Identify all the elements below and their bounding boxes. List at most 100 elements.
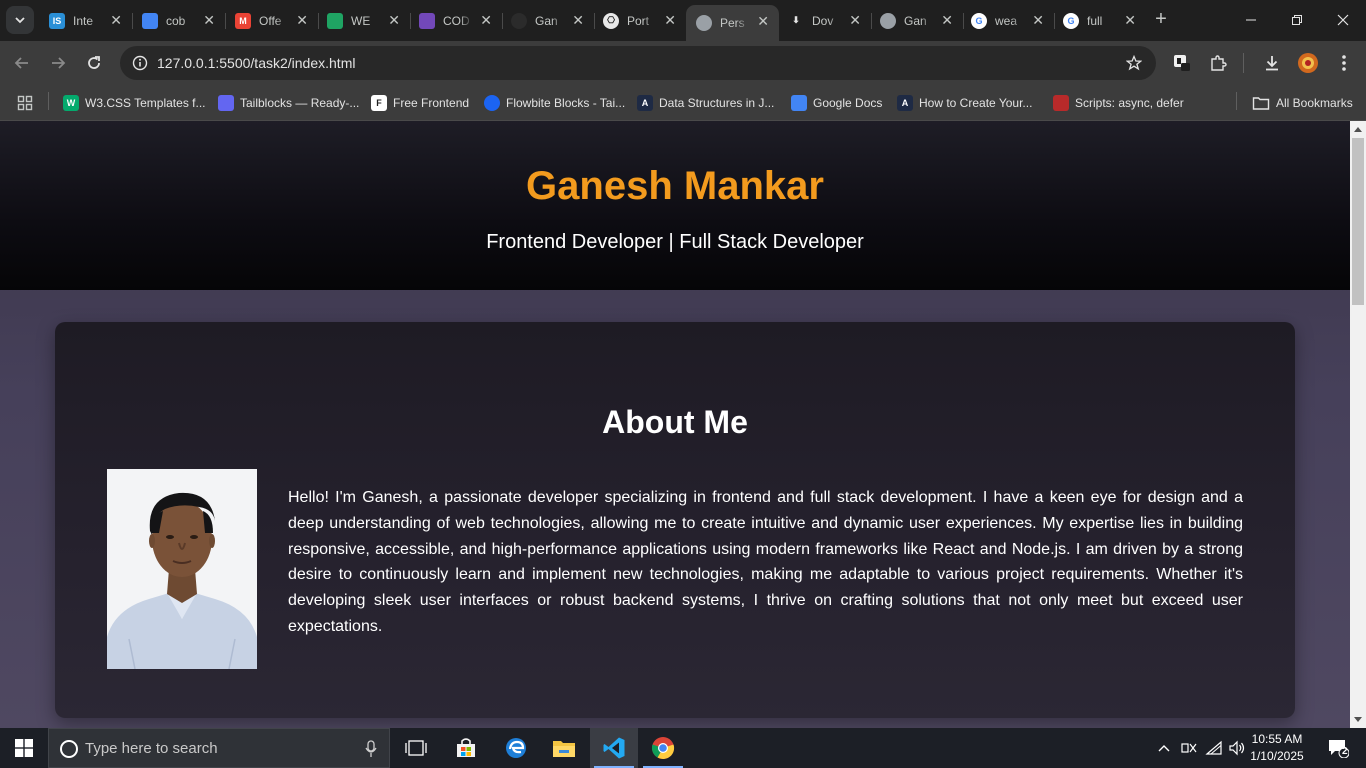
browser-tab[interactable]: Gan ✕	[501, 4, 595, 37]
browser-tab[interactable]: M Offe ✕	[225, 4, 319, 37]
page-scrollbar[interactable]	[1350, 121, 1366, 728]
edge-icon	[506, 738, 526, 758]
avatar	[1298, 53, 1318, 73]
bookmark-item[interactable]: F Free Frontend	[371, 92, 469, 114]
close-tab-icon[interactable]: ✕	[664, 12, 676, 29]
bookmark-item[interactable]: Flowbite Blocks - Tai...	[484, 92, 625, 114]
gmail-icon: M	[235, 12, 251, 29]
close-tab-icon[interactable]: ✕	[296, 12, 308, 29]
action-center-button[interactable]: 2	[1318, 728, 1358, 768]
system-clock[interactable]: 10:55 AM 1/10/2025	[1244, 731, 1310, 765]
network-indicator[interactable]	[1203, 728, 1225, 768]
input-method-indicator[interactable]	[1178, 728, 1200, 768]
browser-tab[interactable]: Pers ✕	[686, 5, 779, 41]
minimize-icon	[1246, 19, 1256, 21]
globe-icon	[696, 15, 712, 31]
about-text: Hello! I'm Ganesh, a passionate develope…	[288, 489, 1243, 635]
profile-button[interactable]	[1296, 51, 1320, 75]
taskbar-vscode[interactable]	[590, 728, 638, 768]
free-frontend-icon: F	[371, 95, 387, 111]
tab-title: Port	[627, 13, 650, 28]
new-tab-button[interactable]: +	[1150, 9, 1172, 31]
bookmark-label: Scripts: async, defer	[1075, 96, 1184, 110]
tab-search-button[interactable]	[6, 6, 34, 34]
folder-icon	[1252, 97, 1270, 110]
close-tab-icon[interactable]: ✕	[480, 12, 492, 29]
chrome-icon	[651, 737, 675, 760]
close-tab-icon[interactable]: ✕	[203, 12, 215, 29]
github-icon	[511, 12, 527, 29]
browser-tab[interactable]: Gfull ✕	[1053, 4, 1146, 37]
bookmark-item[interactable]: Scripts: async, defer	[1053, 92, 1184, 114]
task-view-icon	[405, 740, 427, 756]
about-section: About Me Hello! I'm Ganesh, a passionate…	[55, 322, 1295, 718]
browser-tab[interactable]: Gan ✕	[870, 4, 964, 37]
extensions-menu-button[interactable]	[1206, 51, 1230, 75]
browser-tab[interactable]: COD ✕	[409, 4, 503, 37]
taskbar-search-box[interactable]: Type here to search	[48, 728, 390, 768]
restore-button[interactable]	[1274, 0, 1320, 40]
close-tab-icon[interactable]: ✕	[110, 12, 122, 29]
all-bookmarks-button[interactable]: All Bookmarks	[1252, 92, 1353, 114]
browser-tab[interactable]: cob ✕	[132, 4, 226, 37]
back-button[interactable]	[8, 49, 36, 77]
bookmark-label: Google Docs	[813, 96, 883, 110]
taskbar-chrome[interactable]	[639, 728, 687, 768]
browser-tab[interactable]: IS Inte ✕	[39, 4, 133, 37]
search-icon	[60, 740, 78, 758]
close-tab-icon[interactable]: ✕	[1124, 12, 1136, 29]
close-tab-icon[interactable]: ✕	[1032, 12, 1044, 29]
microphone-icon[interactable]	[365, 740, 377, 758]
extension-button[interactable]	[1170, 51, 1194, 75]
downloads-button[interactable]	[1260, 51, 1284, 75]
close-tab-icon[interactable]: ✕	[849, 12, 861, 29]
site-info-icon[interactable]	[132, 55, 148, 71]
close-window-button[interactable]	[1320, 0, 1366, 40]
close-tab-icon[interactable]: ✕	[388, 12, 400, 29]
close-tab-icon[interactable]: ✕	[757, 13, 769, 30]
tab-title: Dov	[812, 13, 834, 28]
taskbar-file-explorer[interactable]	[540, 728, 588, 768]
minimize-button[interactable]	[1228, 0, 1274, 40]
chevron-down-icon	[15, 17, 25, 24]
download-icon	[1266, 56, 1278, 71]
taskbar-edge[interactable]	[492, 728, 540, 768]
google-drive-icon	[327, 12, 343, 29]
close-tab-icon[interactable]: ✕	[941, 12, 953, 29]
scrollbar-thumb[interactable]	[1352, 138, 1364, 305]
triangle-down-icon	[1354, 717, 1362, 722]
bookmarks-divider	[48, 92, 49, 110]
address-bar[interactable]: 127.0.0.1:5500/task2/index.html	[120, 46, 1156, 80]
chatgpt-icon: ⎔	[603, 12, 619, 29]
browser-tab[interactable]: Gwea ✕	[961, 4, 1055, 37]
task-view-button[interactable]	[392, 728, 440, 768]
star-icon[interactable]	[1126, 55, 1142, 71]
close-icon	[1337, 14, 1349, 26]
browser-tab[interactable]: WE ✕	[317, 4, 411, 37]
browser-menu-button[interactable]	[1332, 51, 1356, 75]
scroll-down-button[interactable]	[1350, 712, 1366, 728]
tab-title: Pers	[720, 16, 745, 30]
profile-photo	[107, 469, 257, 669]
taskbar-store[interactable]	[442, 728, 490, 768]
bookmark-item[interactable]: A Data Structures in J...	[637, 92, 774, 114]
scroll-up-button[interactable]	[1350, 121, 1366, 137]
google-forms-icon	[419, 12, 435, 29]
browser-tab[interactable]: ⎔ Port ✕	[593, 4, 686, 37]
start-button[interactable]	[0, 728, 48, 768]
keyboard-ime-icon	[1181, 743, 1197, 753]
restore-icon	[1292, 15, 1302, 25]
apps-button[interactable]	[17, 92, 33, 114]
bookmark-item[interactable]: Tailblocks — Ready-...	[218, 92, 359, 114]
forward-button[interactable]	[44, 49, 72, 77]
close-tab-icon[interactable]: ✕	[572, 12, 584, 29]
browser-tab[interactable]: ⬇ Dov ✕	[778, 4, 872, 37]
show-hidden-icons-button[interactable]	[1154, 728, 1174, 768]
javascript-info-icon: A	[897, 95, 913, 111]
bookmark-item[interactable]: W W3.CSS Templates f...	[63, 92, 206, 114]
tab-title: COD	[443, 13, 470, 28]
bookmark-item[interactable]: Google Docs	[791, 92, 882, 114]
url-text[interactable]: 127.0.0.1:5500/task2/index.html	[157, 55, 355, 71]
bookmark-item[interactable]: A How to Create Your...	[897, 92, 1032, 114]
reload-button[interactable]	[80, 49, 108, 77]
